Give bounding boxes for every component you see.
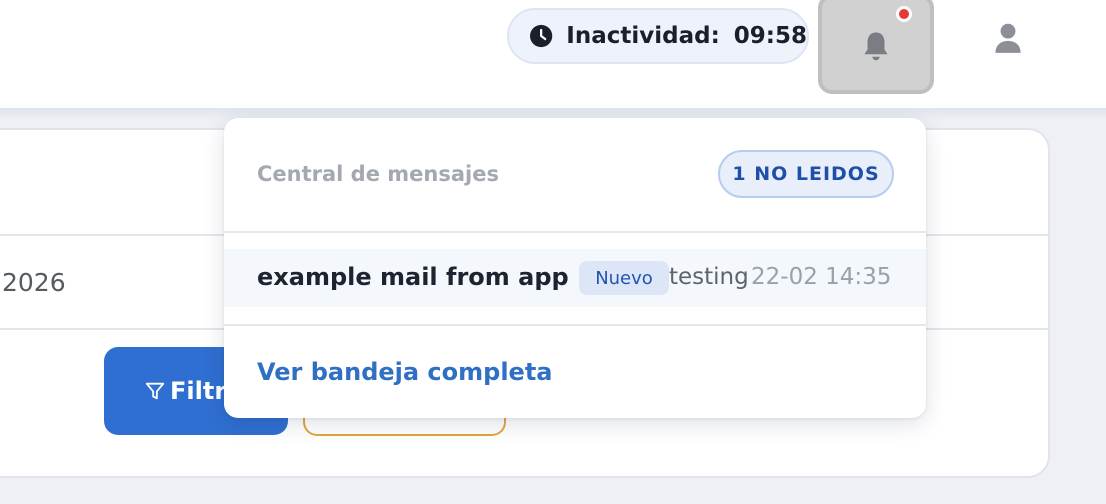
unread-count-badge: 1 NO LEIDOS xyxy=(718,150,894,198)
divider xyxy=(224,231,926,233)
user-menu-button[interactable] xyxy=(990,20,1026,56)
clock-icon xyxy=(530,24,553,48)
message-list-item[interactable]: example mail from app Nuevo testing 22-0… xyxy=(224,249,926,307)
message-center-title: Central de mensajes xyxy=(257,162,499,186)
notifications-button[interactable] xyxy=(818,0,934,94)
message-timestamp: 22-02 14:35 xyxy=(751,264,892,290)
message-subject: example mail from app xyxy=(257,263,569,291)
message-preview: testing xyxy=(669,264,749,290)
top-bar: Inactividad: 09:58 xyxy=(0,0,1106,108)
inactivity-value: 09:58 xyxy=(733,23,807,49)
user-icon xyxy=(995,23,1021,53)
filter-button-label: Filtr xyxy=(170,377,227,405)
view-full-inbox-link[interactable]: Ver bandeja completa xyxy=(257,358,553,386)
filter-icon xyxy=(145,382,165,400)
date-field-value[interactable]: 2026 xyxy=(2,268,66,297)
message-center-dropdown: Central de mensajes 1 NO LEIDOS example … xyxy=(224,118,926,418)
inactivity-timer: Inactividad: 09:58 xyxy=(507,8,809,64)
new-message-badge: Nuevo xyxy=(579,261,669,295)
inactivity-label: Inactividad: 09:58 xyxy=(566,23,807,49)
bell-icon xyxy=(864,32,888,61)
unread-indicator-dot xyxy=(896,6,912,22)
message-center-header: Central de mensajes 1 NO LEIDOS xyxy=(224,118,926,232)
divider xyxy=(224,324,926,326)
